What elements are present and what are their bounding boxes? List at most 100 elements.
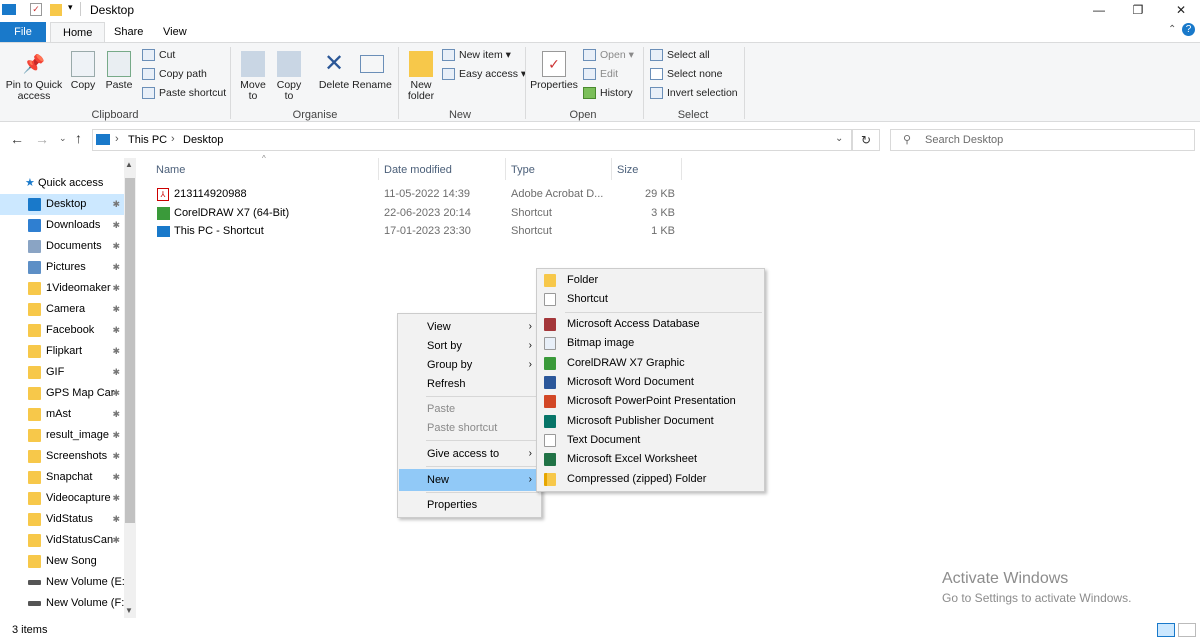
select-none-button[interactable]: Select none — [650, 65, 722, 83]
new-shortcut-item[interactable]: Shortcut — [538, 290, 764, 309]
sidebar-item-documents[interactable]: Documents ✱ — [0, 236, 124, 257]
cut-button[interactable]: Cut — [142, 46, 175, 64]
tab-file[interactable]: File — [0, 22, 46, 42]
column-divider[interactable] — [611, 158, 612, 180]
sidebar-item-flipkart[interactable]: Flipkart ✱ — [0, 341, 124, 362]
new-item-button[interactable]: New item ▾ — [442, 46, 511, 64]
sidebar-item-snapchat[interactable]: Snapchat ✱ — [0, 467, 124, 488]
sidebar-item-new-song[interactable]: New Song — [0, 551, 124, 572]
paste-shortcut-button[interactable]: Paste shortcut — [142, 84, 226, 102]
address-bar[interactable]: › This PC › Desktop ⌄ — [92, 129, 852, 151]
new-folder-item[interactable]: Folder — [538, 271, 764, 290]
search-input[interactable]: ⚲ Search Desktop — [890, 129, 1195, 151]
file-row[interactable]: This PC - Shortcut 17-01-2023 23:30 Shor… — [155, 222, 695, 241]
properties-button[interactable]: ✓ Properties — [530, 51, 578, 91]
pin-quick-access-button[interactable]: 📌 Pin to Quick access — [4, 51, 64, 102]
new-excel-worksheet-item[interactable]: Microsoft Excel Worksheet — [538, 450, 764, 469]
nav-scrollbar-thumb[interactable] — [125, 178, 135, 523]
column-divider[interactable] — [681, 158, 682, 180]
sidebar-item-result-image[interactable]: result_image ✱ — [0, 425, 124, 446]
help-icon[interactable]: ? — [1182, 23, 1195, 36]
sidebar-item-facebook[interactable]: Facebook ✱ — [0, 320, 124, 341]
column-divider[interactable] — [505, 158, 506, 180]
copy-path-button[interactable]: Copy path — [142, 65, 207, 83]
menu-item-give-access[interactable]: Give access to › — [399, 443, 540, 465]
history-button[interactable]: History — [583, 84, 633, 102]
easy-access-button[interactable]: Easy access ▾ — [442, 65, 526, 83]
sidebar-item-vidstatus[interactable]: VidStatus ✱ — [0, 509, 124, 530]
tab-view[interactable]: View — [151, 22, 199, 42]
close-button[interactable]: ✕ — [1158, 0, 1200, 20]
new-text-document-item[interactable]: Text Document — [538, 431, 764, 450]
new-bitmap-image-item[interactable]: Bitmap image — [538, 334, 764, 353]
properties-quick-icon[interactable]: ✓ — [30, 3, 42, 16]
open-label: Open — [600, 49, 626, 61]
customize-quick-access-icon[interactable]: ▾ — [68, 2, 73, 13]
folder-icon — [544, 274, 556, 287]
file-row[interactable]: ⅄ 213114920988 11-05-2022 14:39 Adobe Ac… — [155, 185, 695, 204]
sidebar-item-downloads[interactable]: Downloads ✱ — [0, 215, 124, 236]
tab-share[interactable]: Share — [102, 22, 155, 42]
back-arrow-icon[interactable]: ← — [10, 131, 24, 147]
new-coreldraw-graphic-item[interactable]: CorelDRAW X7 Graphic — [538, 354, 764, 373]
copy-to-icon — [277, 51, 301, 77]
large-icons-view-icon[interactable] — [1178, 623, 1196, 637]
sidebar-item-desktop[interactable]: Desktop ✱ — [0, 194, 124, 215]
invert-selection-button[interactable]: Invert selection — [650, 84, 738, 102]
sidebar-item-gif[interactable]: GIF ✱ — [0, 362, 124, 383]
breadcrumb-desktop[interactable]: Desktop — [183, 134, 223, 146]
nav-quick-access[interactable]: ★ Quick access — [0, 173, 124, 194]
copy-to-button[interactable]: Copy to — [272, 51, 306, 102]
column-header-date[interactable]: Date modified — [384, 162, 452, 182]
menu-item-refresh[interactable]: Refresh — [399, 373, 540, 395]
sidebar-item-mast[interactable]: mAst ✱ — [0, 404, 124, 425]
refresh-icon[interactable]: ↻ — [852, 129, 880, 151]
delete-button[interactable]: ✕ Delete — [314, 51, 354, 91]
rename-icon — [360, 55, 384, 73]
open-button[interactable]: Open ▾ — [583, 46, 634, 64]
breadcrumb-this-pc[interactable]: This PC — [128, 134, 167, 146]
sidebar-item-gps-map-car[interactable]: GPS Map Car ✱ — [0, 383, 124, 404]
sidebar-item-vidstatuscan[interactable]: VidStatusCan ✱ — [0, 530, 124, 551]
group-divider — [744, 47, 745, 119]
rename-button[interactable]: Rename — [352, 51, 392, 91]
collapse-ribbon-icon[interactable]: ⌃ — [1168, 24, 1176, 35]
cut-label: Cut — [159, 49, 176, 61]
sidebar-item-pictures[interactable]: Pictures ✱ — [0, 257, 124, 278]
new-powerpoint-item[interactable]: Microsoft PowerPoint Presentation — [538, 392, 764, 411]
new-zipped-folder-item[interactable]: Compressed (zipped) Folder — [538, 470, 764, 489]
column-divider[interactable] — [378, 158, 379, 180]
select-all-button[interactable]: Select all — [650, 46, 710, 64]
maximize-button[interactable]: ❐ — [1115, 0, 1161, 20]
tab-home[interactable]: Home — [50, 22, 106, 42]
sidebar-item-screenshots[interactable]: Screenshots ✱ — [0, 446, 124, 467]
sidebar-item-new-volume-f[interactable]: New Volume (F:) — [0, 593, 124, 614]
new-folder-button[interactable]: New folder — [402, 51, 440, 102]
recent-locations-chevron-icon[interactable]: ⌄ — [59, 133, 67, 144]
sidebar-item-camera[interactable]: Camera ✱ — [0, 299, 124, 320]
new-access-database-item[interactable]: Microsoft Access Database — [538, 315, 764, 334]
new-word-document-item[interactable]: Microsoft Word Document — [538, 373, 764, 392]
menu-item-properties[interactable]: Properties — [399, 494, 540, 516]
menu-item-new[interactable]: New › — [399, 469, 540, 491]
sidebar-item-new-volume-e[interactable]: New Volume (E:) — [0, 572, 124, 593]
forward-arrow-icon[interactable]: → — [35, 131, 49, 147]
sidebar-item-1videomaker[interactable]: 1Videomaker ✱ — [0, 278, 124, 299]
new-publisher-item[interactable]: Microsoft Publisher Document — [538, 412, 764, 431]
paste-button[interactable]: Paste — [102, 51, 136, 91]
file-row[interactable]: CorelDRAW X7 (64-Bit) 22-06-2023 20:14 S… — [155, 204, 695, 223]
edit-button[interactable]: Edit — [583, 65, 618, 83]
details-view-icon[interactable] — [1157, 623, 1175, 637]
scroll-down-icon[interactable]: ▼ — [125, 606, 133, 615]
sidebar-item-videocapture[interactable]: Videocapture ✱ — [0, 488, 124, 509]
column-header-type[interactable]: Type — [511, 162, 535, 182]
column-header-name[interactable]: Name — [156, 162, 185, 182]
new-folder-quick-icon[interactable] — [50, 4, 62, 16]
up-arrow-icon[interactable]: ↑ — [75, 130, 82, 146]
column-header-size[interactable]: Size — [617, 162, 638, 182]
scroll-up-icon[interactable]: ▲ — [125, 160, 133, 169]
move-to-button[interactable]: Move to — [236, 51, 270, 102]
menu-item-paste-shortcut[interactable]: Paste shortcut — [399, 417, 540, 439]
address-dropdown-icon[interactable]: ⌄ — [835, 133, 843, 144]
copy-button[interactable]: Copy — [66, 51, 100, 91]
